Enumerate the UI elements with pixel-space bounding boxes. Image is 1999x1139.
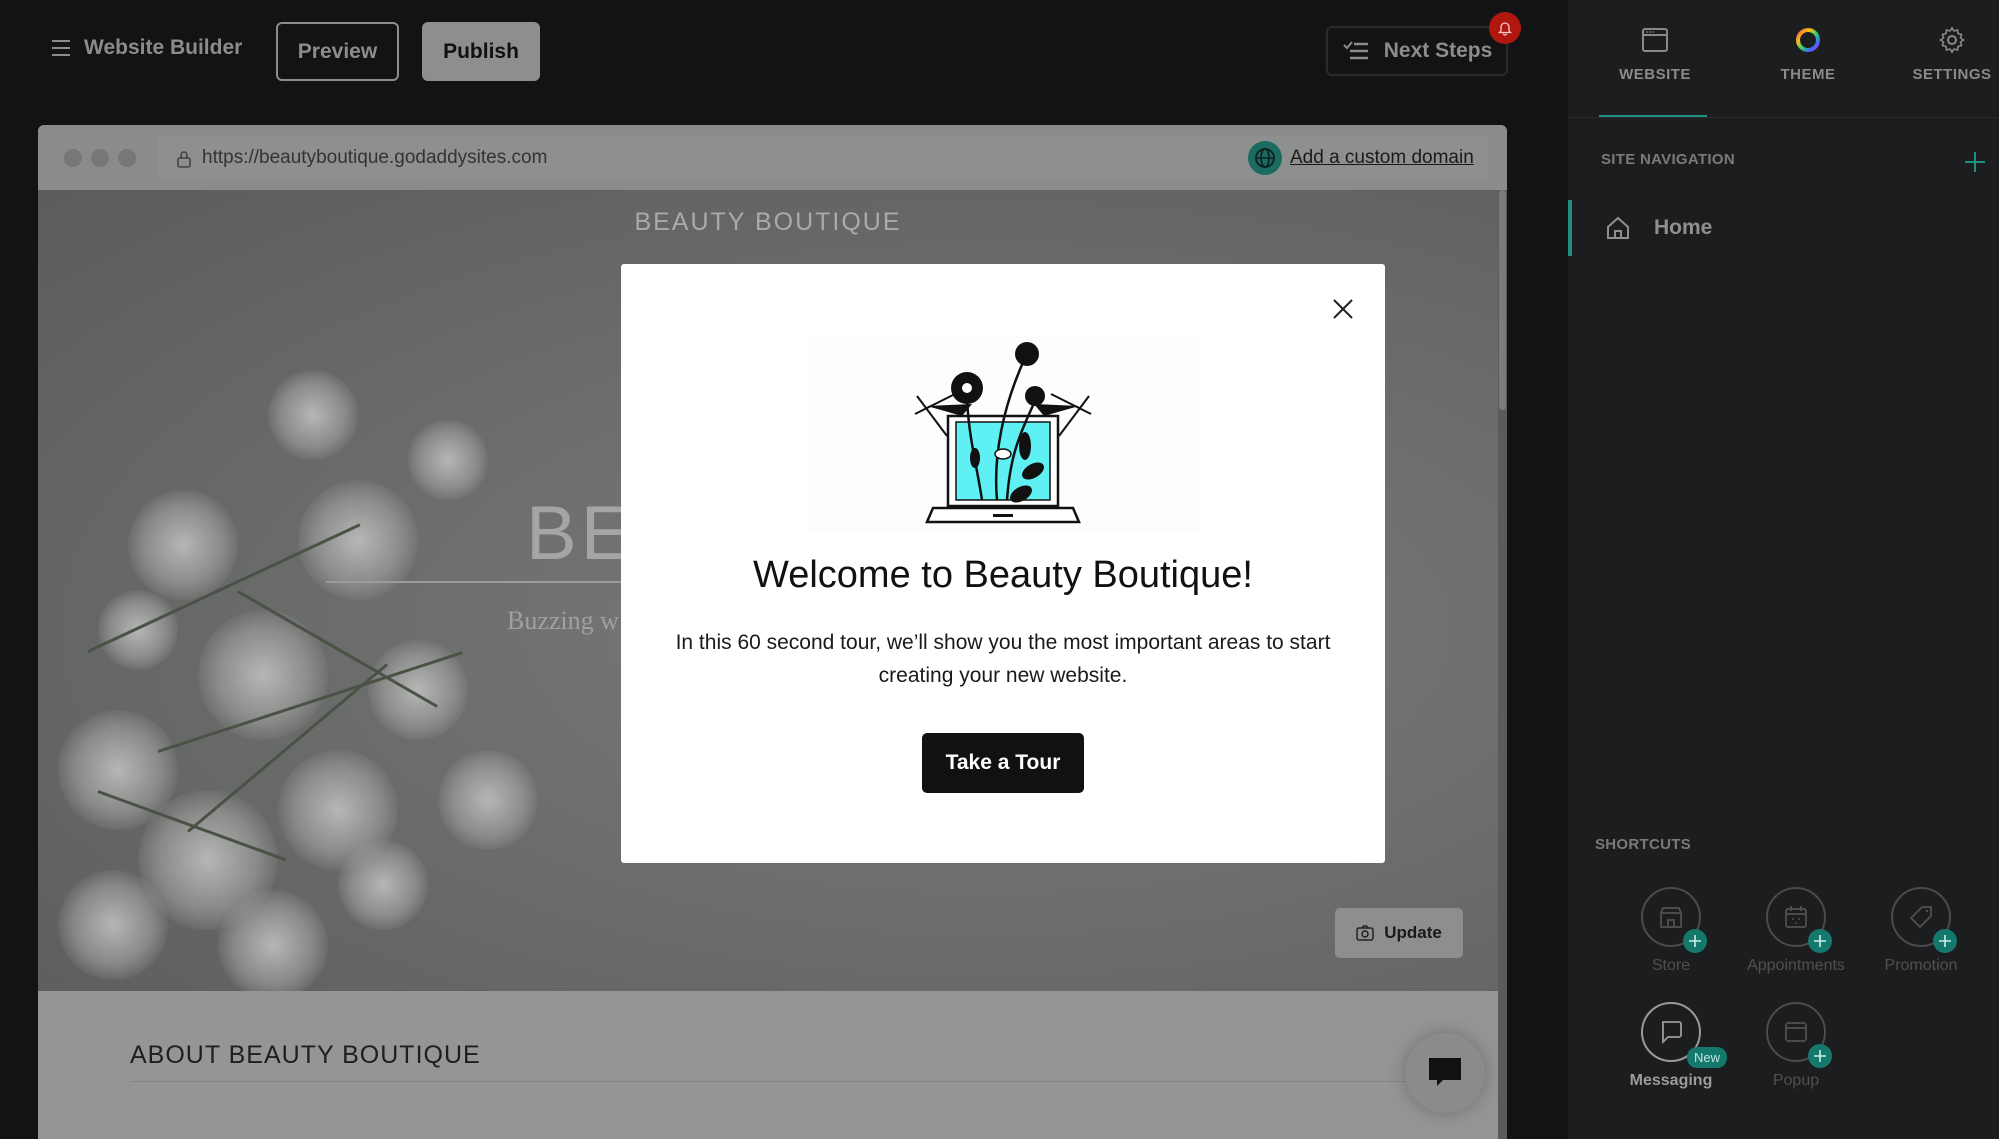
close-icon[interactable] (1326, 292, 1360, 326)
tab-website[interactable]: WEBSITE (1585, 26, 1725, 83)
shortcuts-heading: SHORTCUTS (1595, 836, 1692, 853)
nav-item-home[interactable]: Home (1568, 200, 1999, 256)
add-custom-domain-link[interactable]: Add a custom domain (1290, 147, 1474, 169)
hero-subtitle: Buzzing w (507, 606, 619, 635)
about-title: ABOUT BEAUTY BOUTIQUE (130, 1041, 481, 1069)
globe-icon (1248, 141, 1282, 175)
take-a-tour-button[interactable]: Take a Tour (922, 733, 1084, 793)
modal-title: Welcome to Beauty Boutique! (753, 554, 1253, 596)
about-section: ABOUT BEAUTY BOUTIQUE (38, 991, 1498, 1139)
tab-divider (1568, 117, 1999, 118)
home-icon (1607, 216, 1629, 239)
shortcut-popup[interactable]: Popup (1736, 1002, 1856, 1090)
preview-button[interactable]: Preview (276, 22, 399, 81)
shortcut-promotion[interactable]: Promotion (1861, 887, 1981, 975)
color-ring-icon (1796, 28, 1820, 52)
add-icon (1808, 929, 1832, 953)
add-icon (1683, 929, 1707, 953)
browser-address-bar: https://beautyboutique.godaddysites.com … (38, 125, 1507, 190)
add-page-icon[interactable] (1963, 150, 1987, 174)
modal-description: In this 60 second tour, we’ll show you t… (675, 631, 1331, 687)
camera-icon (1356, 925, 1374, 941)
tab-settings[interactable]: SETTINGS (1882, 26, 1999, 83)
nav-item-home-label: Home (1654, 216, 1713, 239)
site-navigation-heading: SITE NAVIGATION (1601, 151, 1735, 168)
app-title: Website Builder (84, 36, 243, 59)
shortcut-promotion-label: Promotion (1884, 957, 1958, 974)
shortcut-store-label: Store (1651, 957, 1691, 974)
tab-theme[interactable]: THEME (1738, 26, 1878, 83)
laptop-flowers-illustration (807, 336, 1199, 532)
shortcut-appointments[interactable]: Appointments (1736, 887, 1856, 975)
active-page-indicator (1568, 200, 1572, 256)
shortcut-messaging[interactable]: New Messaging (1611, 1002, 1731, 1090)
checklist-icon (1343, 41, 1368, 60)
calendar-icon (1785, 906, 1807, 928)
add-icon (1808, 1044, 1832, 1068)
add-icon (1933, 929, 1957, 953)
shortcut-appointments-label: Appointments (1747, 957, 1845, 974)
popup-window-icon (1785, 1022, 1807, 1042)
shortcut-store[interactable]: Store (1611, 887, 1731, 975)
next-steps-label: Next Steps (1383, 39, 1493, 62)
tab-theme-label: THEME (1780, 66, 1836, 83)
site-url: https://beautyboutique.godaddysites.com (202, 147, 548, 168)
hamburger-icon (52, 40, 70, 56)
site-brand-name: BEAUTY BOUTIQUE (634, 208, 902, 236)
publish-button[interactable]: Publish (422, 22, 540, 81)
shortcut-messaging-label: Messaging (1629, 1072, 1713, 1089)
new-badge: New (1686, 1047, 1727, 1068)
chat-bubble-icon (1661, 1021, 1682, 1045)
preview-scroll-thumb[interactable] (1499, 190, 1506, 410)
tab-settings-label: SETTINGS (1912, 66, 1992, 83)
lock-icon (177, 151, 191, 168)
update-label: Update (1384, 923, 1442, 942)
window-dots (64, 149, 136, 167)
website-builder-menu[interactable]: Website Builder (50, 36, 242, 60)
update-image-button[interactable]: Update (1335, 908, 1463, 958)
tag-icon (1909, 906, 1932, 929)
welcome-modal: Welcome to Beauty Boutique! In this 60 s… (621, 264, 1385, 863)
about-divider (130, 1081, 1450, 1082)
shortcut-popup-label: Popup (1772, 1072, 1820, 1089)
editor-side-panel: WEBSITE THEME SETTINGS SITE NAVIGATION H… (1568, 0, 1999, 1139)
chat-button[interactable] (1405, 1033, 1485, 1113)
bell-icon (1497, 22, 1513, 36)
browser-window-icon (1642, 28, 1668, 52)
top-bar: Website Builder Preview Publish Next Ste… (0, 0, 1568, 100)
chat-icon (1429, 1058, 1461, 1086)
notification-badge[interactable] (1489, 12, 1521, 44)
next-steps-button[interactable]: Next Steps (1326, 26, 1508, 76)
tab-website-label: WEBSITE (1619, 66, 1691, 83)
store-icon (1659, 907, 1683, 928)
gear-icon (1939, 26, 1965, 54)
